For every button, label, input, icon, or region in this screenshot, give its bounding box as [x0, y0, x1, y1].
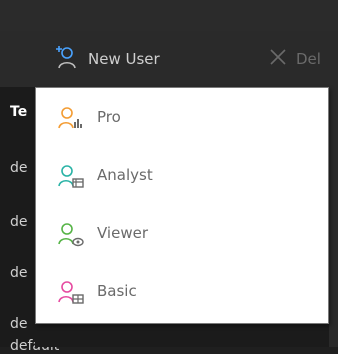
app-window: New User Del Te c de de de de default: [0, 0, 338, 354]
close-icon: [268, 47, 288, 71]
bottom-edge: [35, 324, 329, 347]
column-header-left: Te: [10, 104, 28, 120]
right-edge: [329, 87, 338, 347]
menu-item-label: Pro: [97, 108, 121, 126]
top-bar: [0, 0, 338, 32]
table-row[interactable]: de: [10, 265, 28, 281]
new-user-menu: Pro Analyst Viewer Basic: [35, 87, 329, 324]
delete-label: Del: [296, 50, 321, 68]
table-row[interactable]: de: [10, 316, 28, 332]
table-row[interactable]: de: [10, 160, 28, 176]
menu-item-pro[interactable]: Pro: [36, 88, 328, 146]
user-pro-icon: [56, 104, 84, 132]
menu-item-label: Analyst: [97, 166, 153, 184]
delete-button[interactable]: Del: [268, 31, 321, 87]
new-user-button[interactable]: New User: [52, 31, 160, 87]
user-viewer-icon: [56, 220, 84, 248]
menu-item-label: Basic: [97, 282, 137, 300]
menu-item-analyst[interactable]: Analyst: [36, 146, 328, 204]
new-user-label: New User: [88, 50, 160, 68]
add-user-icon: [52, 43, 80, 75]
user-basic-icon: [56, 278, 84, 306]
table-row[interactable]: de: [10, 214, 28, 230]
user-analyst-icon: [56, 162, 84, 190]
menu-item-viewer[interactable]: Viewer: [36, 204, 328, 262]
toolbar: New User Del: [0, 31, 338, 87]
menu-item-basic[interactable]: Basic: [36, 262, 328, 320]
menu-item-label: Viewer: [97, 224, 148, 242]
